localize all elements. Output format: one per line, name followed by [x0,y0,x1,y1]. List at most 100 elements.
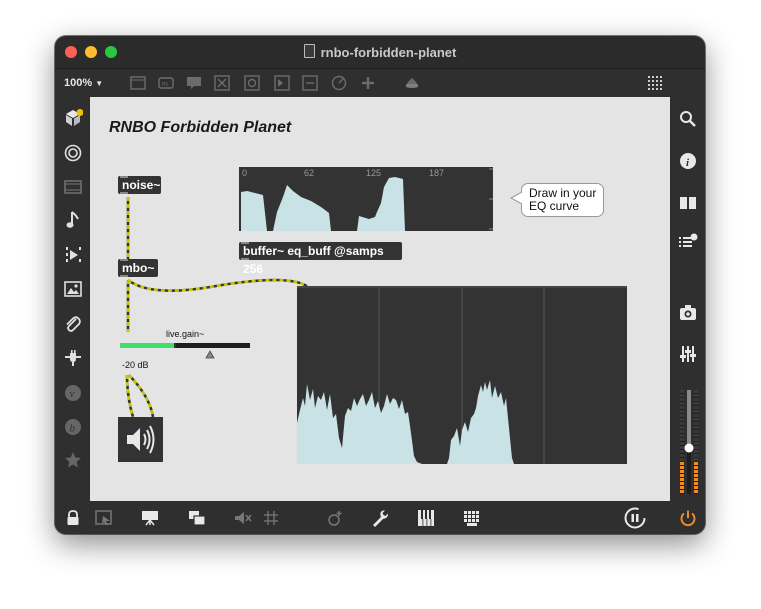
meter-segment [694,434,698,437]
new-toggle-icon[interactable] [244,75,260,91]
bottom-toolbar [55,501,705,534]
plug-icon[interactable] [64,349,82,367]
buffer-object[interactable]: buffer~ eq_buff @samps 256 [239,242,402,276]
meter-segment [680,450,684,453]
meter-segment [694,426,698,429]
new-button-icon[interactable] [214,75,230,91]
new-object-icon[interactable] [130,75,146,91]
tick-label: 125 [366,168,381,178]
meter-segment [694,438,698,441]
grid-display-icon[interactable] [647,75,663,91]
book-icon[interactable] [679,195,697,211]
meter-segment [680,486,684,489]
meter-segment [680,462,684,465]
meter-segment [694,466,698,469]
spectrum-display [297,288,545,464]
outlet [120,275,128,277]
window-title: rnbo-forbidden-planet [55,44,705,60]
inlet [120,259,128,261]
meter-segment [694,482,698,485]
meter-segment [694,442,698,445]
title-bar: rnbo-forbidden-planet [55,36,705,69]
outlet [241,258,249,260]
live-gain-label: live.gain~ [166,329,205,339]
new-dial-icon[interactable] [331,75,347,91]
pause-icon[interactable] [624,507,646,529]
mbo-object[interactable]: mbo~ [118,259,158,277]
new-number-icon[interactable] [274,75,290,91]
lock-icon[interactable] [66,510,80,526]
music-note-icon[interactable] [66,211,80,229]
meter-segment [694,462,698,465]
bpatcher-icon[interactable]: b [64,418,82,436]
right-sidebar: i [670,97,705,501]
patcher-canvas[interactable]: RNBO Forbidden Planet noise~ mbo~ 0 62 1… [90,97,670,501]
star-icon[interactable] [64,451,82,469]
meter-segment [694,422,698,425]
debug-icon[interactable] [326,509,344,527]
gain-value: -20 dB [122,360,149,370]
master-level-meter[interactable] [677,384,699,496]
left-sidebar: v b [55,97,90,501]
meter-segment [694,454,698,457]
snapshot-icon[interactable] [679,304,697,322]
grid-icon[interactable] [263,510,279,526]
meter-segment [680,466,684,469]
paint-bucket-icon[interactable] [404,75,420,91]
mixer-icon[interactable] [679,345,697,363]
meter-segment [680,434,684,437]
new-comment-icon[interactable] [186,75,202,91]
mbo-object-label: mbo~ [122,261,155,275]
tick-label: 0 [242,168,247,178]
package-icon[interactable] [65,109,83,127]
meter-segment [680,394,684,397]
image-icon[interactable] [64,281,82,297]
meter-segment [694,390,698,393]
meter-segment [694,406,698,409]
meter-segment [694,478,698,481]
meter-segment [680,410,684,413]
window-icon[interactable] [188,510,206,526]
meter-segment [694,418,698,421]
list-icon[interactable] [678,233,698,251]
new-slider-icon[interactable] [302,75,318,91]
wrench-icon[interactable] [371,509,389,527]
meter-segment [694,490,698,493]
meter-segment [680,470,684,473]
media-icon[interactable] [64,180,82,194]
meter-segment [680,406,684,409]
inlet [120,176,128,178]
meter-segment [680,402,684,405]
meter-segment [694,450,698,453]
tick-label: 187 [429,168,444,178]
meter-segment [680,390,684,393]
step-icon[interactable] [65,246,83,264]
meter-segment [680,438,684,441]
meter-segment [680,422,684,425]
eq-multislider[interactable]: 0 62 125 187 [239,167,493,231]
search-icon[interactable] [679,110,697,128]
vizzie-icon[interactable]: v [64,384,82,402]
paperclip-icon[interactable] [64,315,82,333]
presentation-icon[interactable] [95,510,113,526]
piano-icon[interactable] [417,509,435,527]
live-gain-slider[interactable]: live.gain~ -20 dB [119,329,253,377]
mute-icon[interactable] [234,510,252,526]
noise-object[interactable]: noise~ [118,176,161,194]
meter-segment [694,474,698,477]
target-icon[interactable] [64,144,82,162]
new-message-icon[interactable]: m [158,75,174,91]
spectroscope[interactable] [297,286,627,464]
speaker-output[interactable] [118,417,163,462]
power-icon[interactable] [679,509,697,527]
inlet [241,242,249,244]
add-object-icon[interactable] [360,75,376,91]
patcher-window: rnbo-forbidden-planet 100% ▼ m v b i RNB… [55,36,705,534]
dock-icon[interactable] [141,510,159,526]
info-icon[interactable]: i [679,152,697,170]
meter-segment [694,394,698,397]
meter-segment [694,410,698,413]
meter-segment [694,398,698,401]
zoom-menu[interactable]: 100% ▼ [64,77,103,89]
keyboard-icon[interactable] [463,509,483,527]
